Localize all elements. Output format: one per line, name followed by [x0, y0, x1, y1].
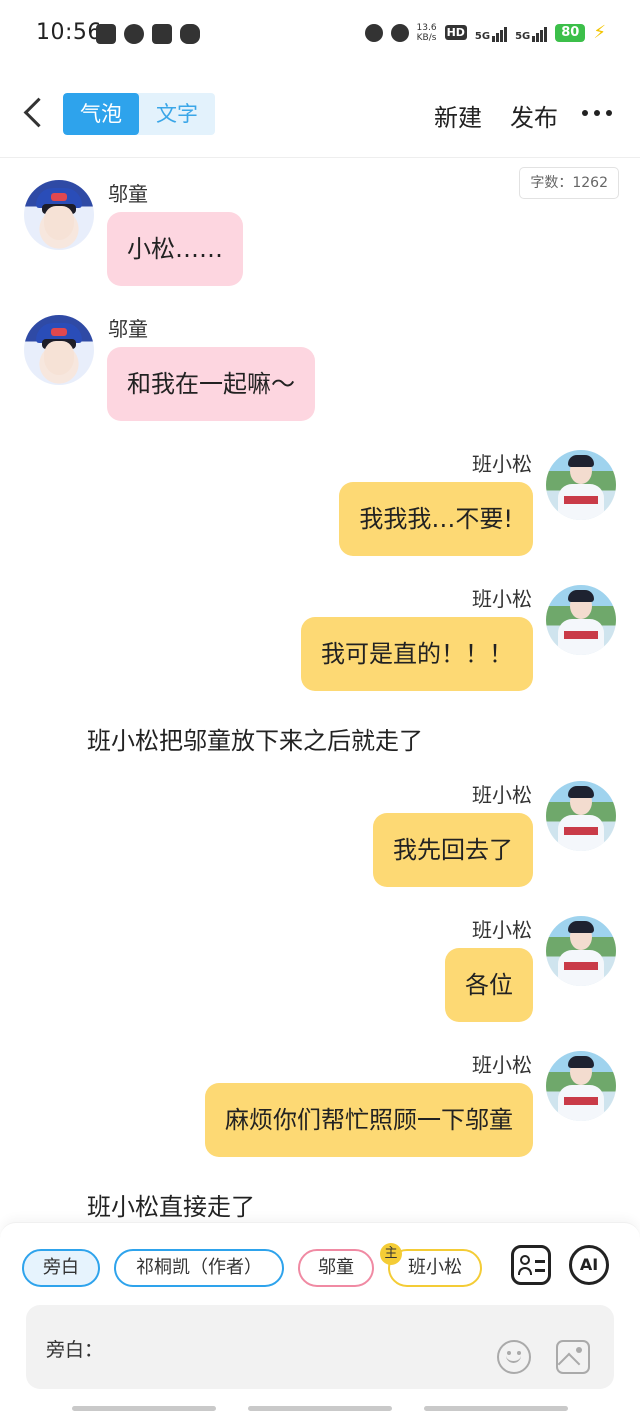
image-icon[interactable] — [556, 1340, 590, 1374]
bottom-panel: 旁白 祁桐凯（作者） 邬童 班小松 主 AI 旁白： — [0, 1222, 640, 1415]
avatar[interactable] — [24, 180, 94, 250]
nav-indicator — [72, 1406, 216, 1411]
tab-text[interactable]: 文字 — [139, 93, 215, 135]
speaker-name: 邬童 — [108, 317, 148, 341]
alarm-icon — [364, 23, 383, 42]
speaker-name: 班小松 — [472, 1053, 532, 1077]
notification-icons — [96, 24, 200, 44]
message-bubble[interactable]: 我先回去了 — [373, 813, 533, 887]
message-bubble[interactable]: 小松…… — [107, 212, 243, 286]
network-type: 5G — [474, 30, 491, 42]
status-bar: 10:56 13.6 KB/s HD 5G 5G 80 ⚡ — [0, 0, 640, 70]
speaker-name: 班小松 — [472, 452, 532, 476]
hd-icon: HD — [444, 25, 467, 40]
role-card-icon[interactable] — [511, 1245, 551, 1285]
new-button[interactable]: 新建 — [434, 98, 482, 133]
message-bubble[interactable]: 麻烦你们帮忙照顾一下邬童 — [205, 1083, 533, 1157]
header: 气泡 文字 新建 发布 — [0, 70, 640, 158]
avatar[interactable] — [546, 916, 616, 986]
avatar[interactable] — [546, 585, 616, 655]
net-speed-unit: KB/s — [416, 32, 437, 43]
emoji-icon[interactable] — [497, 1340, 531, 1374]
message-input[interactable]: 旁白： — [26, 1305, 614, 1389]
signal-icon: 5G — [515, 24, 548, 42]
more-icon[interactable] — [582, 110, 612, 116]
avatar[interactable] — [546, 450, 616, 520]
signal-icon: 5G — [474, 24, 508, 42]
avatar[interactable] — [546, 1051, 616, 1121]
speaker-name: 邬童 — [108, 182, 148, 206]
notification-icon — [96, 24, 116, 44]
chat-area[interactable]: 邬童 小松…… 邬童 和我在一起嘛～ 班小松 我我我…不要! 班小松 我可是直的… — [0, 158, 640, 1222]
net-speed: 13.6 KB/s — [417, 23, 437, 43]
speaker-name: 班小松 — [472, 783, 532, 807]
narration-text[interactable]: 班小松把邬童放下来之后就走了 — [87, 721, 423, 756]
role-chip-wutong[interactable]: 邬童 — [298, 1249, 374, 1287]
nav-indicator — [424, 1406, 568, 1411]
message-bubble[interactable]: 各位 — [445, 948, 533, 1022]
back-icon[interactable] — [18, 94, 48, 134]
status-right: 13.6 KB/s HD 5G 5G 80 ⚡ — [364, 22, 606, 43]
charging-icon: ⚡ — [593, 22, 606, 43]
narration-text[interactable]: 班小松直接走了 — [87, 1187, 255, 1222]
nav-indicator — [248, 1406, 392, 1411]
speaker-name: 班小松 — [472, 918, 532, 942]
input-role-label: 旁白： — [46, 1339, 104, 1361]
message-bubble[interactable]: 我可是直的！！！ — [301, 617, 533, 691]
ai-icon[interactable]: AI — [569, 1245, 609, 1285]
mute-icon — [390, 23, 409, 42]
network-type: 5G — [515, 30, 531, 42]
role-chip-narration[interactable]: 旁白 — [22, 1249, 100, 1287]
message-bubble[interactable]: 我我我…不要! — [339, 482, 533, 556]
publish-button[interactable]: 发布 — [510, 98, 558, 133]
mode-switch: 气泡 文字 — [63, 93, 215, 135]
avatar[interactable] — [546, 781, 616, 851]
speaker-name: 班小松 — [472, 587, 532, 611]
message-bubble[interactable]: 和我在一起嘛～ — [107, 347, 315, 421]
main-role-badge: 主 — [380, 1243, 402, 1265]
battery-icon: 80 — [555, 23, 586, 42]
avatar[interactable] — [24, 315, 94, 385]
notification-icon — [152, 24, 172, 44]
status-time: 10:56 — [36, 20, 102, 45]
notification-icon — [124, 24, 144, 44]
tab-bubble[interactable]: 气泡 — [63, 93, 139, 135]
role-chip-banxiaosong[interactable]: 班小松 — [388, 1249, 482, 1287]
word-count-badge: 字数：1262 — [519, 167, 619, 199]
role-chip-author[interactable]: 祁桐凯（作者） — [114, 1249, 284, 1287]
fan-icon — [180, 24, 200, 44]
net-speed-value: 13.6 — [416, 22, 437, 33]
